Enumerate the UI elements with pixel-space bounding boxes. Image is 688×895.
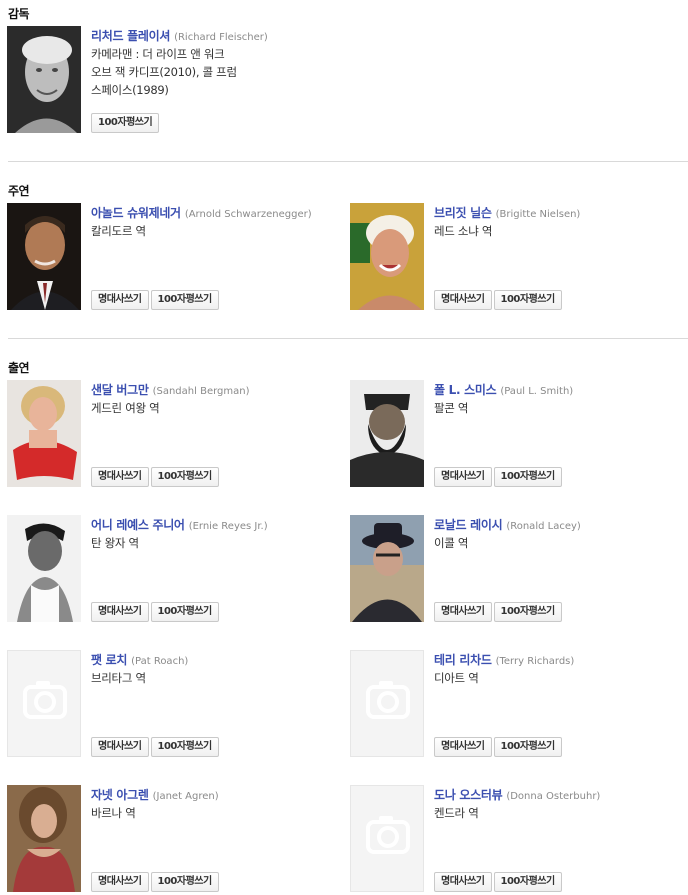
actor-en-name: (Terry Richards) bbox=[495, 656, 575, 667]
director-works-line-3: 스페이스(1989) bbox=[91, 83, 169, 97]
actor-photo[interactable] bbox=[350, 203, 424, 310]
actor-en-name: (Ernie Reyes Jr.) bbox=[188, 521, 268, 532]
quote-button[interactable]: 명대사쓰기 bbox=[434, 602, 492, 622]
actor-role: 탄 왕자 역 bbox=[91, 536, 139, 550]
cast-card: 도나 오스터뷰 (Donna Osterbuhr) 켄드라 역 명대사쓰기 100자… bbox=[350, 785, 680, 893]
divider bbox=[8, 161, 688, 162]
actor-photo[interactable] bbox=[350, 515, 424, 622]
no-photo-placeholder[interactable] bbox=[350, 650, 424, 757]
no-photo-placeholder[interactable] bbox=[350, 785, 424, 892]
actor-name[interactable]: 도나 오스터뷰 bbox=[434, 788, 503, 802]
actor-name[interactable]: 폴 L. 스미스 bbox=[434, 383, 497, 397]
no-photo-placeholder[interactable] bbox=[7, 650, 81, 757]
cast-card: 자넷 아그렌 (Janet Agren) 바르나 역 명대사쓰기 100자평쓰기 bbox=[7, 785, 337, 893]
cast-card: 테리 리차드 (Terry Richards) 디아트 역 명대사쓰기 100자평쓰… bbox=[350, 650, 680, 758]
actor-en-name: (Donna Osterbuhr) bbox=[506, 791, 601, 802]
review-button[interactable]: 100자평쓰기 bbox=[493, 737, 562, 757]
actor-en-name: (Brigitte Nielsen) bbox=[495, 209, 581, 220]
cast-card: 팻 로치 (Pat Roach) 브리타그 역 명대사쓰기 100자평쓰기 bbox=[7, 650, 337, 758]
review-button[interactable]: 100자평쓰기 bbox=[150, 467, 219, 487]
actor-en-name: (Paul L. Smith) bbox=[500, 386, 574, 397]
review-button[interactable]: 100자평쓰기 bbox=[493, 872, 562, 892]
actor-role: 게드린 여왕 역 bbox=[91, 401, 160, 415]
actor-name[interactable]: 팻 로치 bbox=[91, 653, 127, 667]
quote-button[interactable]: 명대사쓰기 bbox=[434, 737, 492, 757]
review-button[interactable]: 100자평쓰기 bbox=[150, 737, 219, 757]
review-button[interactable]: 100자평쓰기 bbox=[91, 113, 160, 133]
actor-photo[interactable] bbox=[7, 380, 81, 487]
actor-name[interactable]: 샌달 버그만 bbox=[91, 383, 149, 397]
director-works-line-2: 오브 잭 카디프(2010), 콜 프럼 bbox=[91, 65, 237, 79]
review-button[interactable]: 100자평쓰기 bbox=[150, 290, 219, 310]
review-button[interactable]: 100자평쓰기 bbox=[493, 467, 562, 487]
review-button[interactable]: 100자평쓰기 bbox=[493, 602, 562, 622]
actor-en-name: (Arnold Schwarzenegger) bbox=[184, 209, 312, 220]
actor-name[interactable]: 테리 리차드 bbox=[434, 653, 492, 667]
actor-en-name: (Ronald Lacey) bbox=[506, 521, 581, 532]
actor-photo[interactable] bbox=[350, 380, 424, 487]
actor-en-name: (Sandahl Bergman) bbox=[152, 386, 250, 397]
quote-button[interactable]: 명대사쓰기 bbox=[434, 872, 492, 892]
actor-role: 디아트 역 bbox=[434, 671, 479, 685]
actor-role: 브리타그 역 bbox=[91, 671, 146, 685]
quote-button[interactable]: 명대사쓰기 bbox=[91, 602, 149, 622]
quote-button[interactable]: 명대사쓰기 bbox=[434, 290, 492, 310]
actor-name[interactable]: 어니 레예스 주니어 bbox=[91, 518, 185, 532]
actor-name[interactable]: 자넷 아그렌 bbox=[91, 788, 149, 802]
divider bbox=[8, 338, 688, 339]
review-button[interactable]: 100자평쓰기 bbox=[150, 602, 219, 622]
actor-role: 칼리도르 역 bbox=[91, 224, 146, 238]
review-button[interactable]: 100자평쓰기 bbox=[493, 290, 562, 310]
actor-en-name: (Janet Agren) bbox=[152, 791, 219, 802]
camera-icon bbox=[23, 681, 67, 719]
quote-button[interactable]: 명대사쓰기 bbox=[91, 737, 149, 757]
actor-photo[interactable] bbox=[7, 515, 81, 622]
cast-card: 폴 L. 스미스 (Paul L. Smith) 팔콘 역 명대사쓰기 100자평쓰… bbox=[350, 380, 680, 488]
section-title-lead: 주연 bbox=[8, 184, 30, 198]
actor-role: 레드 소냐 역 bbox=[434, 224, 493, 238]
actor-name[interactable]: 로날드 레이시 bbox=[434, 518, 503, 532]
actor-photo[interactable] bbox=[7, 785, 81, 892]
lead-card: 브리짓 닐슨 (Brigitte Nielsen) 레드 소냐 역 명대사쓰기 10… bbox=[350, 203, 680, 311]
actor-role: 바르나 역 bbox=[91, 806, 136, 820]
actor-en-name: (Pat Roach) bbox=[131, 656, 189, 667]
director-works-line-1: 카메라맨 : 더 라이프 앤 워크 bbox=[91, 47, 225, 61]
actor-role: 켄드라 역 bbox=[434, 806, 479, 820]
actor-role: 팔콘 역 bbox=[434, 401, 469, 415]
quote-button[interactable]: 명대사쓰기 bbox=[434, 467, 492, 487]
section-title-director: 감독 bbox=[8, 7, 30, 21]
director-photo[interactable] bbox=[7, 26, 81, 133]
actor-name[interactable]: 브리짓 닐슨 bbox=[434, 206, 492, 220]
section-title-supporting: 출연 bbox=[8, 361, 30, 375]
quote-button[interactable]: 명대사쓰기 bbox=[91, 467, 149, 487]
cast-card: 로날드 레이시 (Ronald Lacey) 이콜 역 명대사쓰기 100자평쓰기 bbox=[350, 515, 680, 623]
actor-name[interactable]: 아놀드 슈워제네거 bbox=[91, 206, 181, 220]
cast-card: 어니 레예스 주니어 (Ernie Reyes Jr.) 탄 왕자 역 명대사쓰기… bbox=[7, 515, 337, 623]
director-name[interactable]: 리처드 플레이셔 bbox=[91, 29, 170, 43]
actor-role: 이콜 역 bbox=[434, 536, 469, 550]
quote-button[interactable]: 명대사쓰기 bbox=[91, 290, 149, 310]
director-en-name: (Richard Fleischer) bbox=[174, 32, 268, 43]
actor-photo[interactable] bbox=[7, 203, 81, 310]
cast-card: 샌달 버그만 (Sandahl Bergman) 게드린 여왕 역 명대사쓰기 10… bbox=[7, 380, 337, 488]
quote-button[interactable]: 명대사쓰기 bbox=[91, 872, 149, 892]
lead-card: 아놀드 슈워제네거 (Arnold Schwarzenegger) 칼리도르 역 … bbox=[7, 203, 337, 311]
camera-icon bbox=[366, 816, 410, 854]
review-button[interactable]: 100자평쓰기 bbox=[150, 872, 219, 892]
camera-icon bbox=[366, 681, 410, 719]
director-card: 리처드 플레이셔 (Richard Fleischer) 카메라맨 : 더 라이프… bbox=[7, 26, 337, 134]
